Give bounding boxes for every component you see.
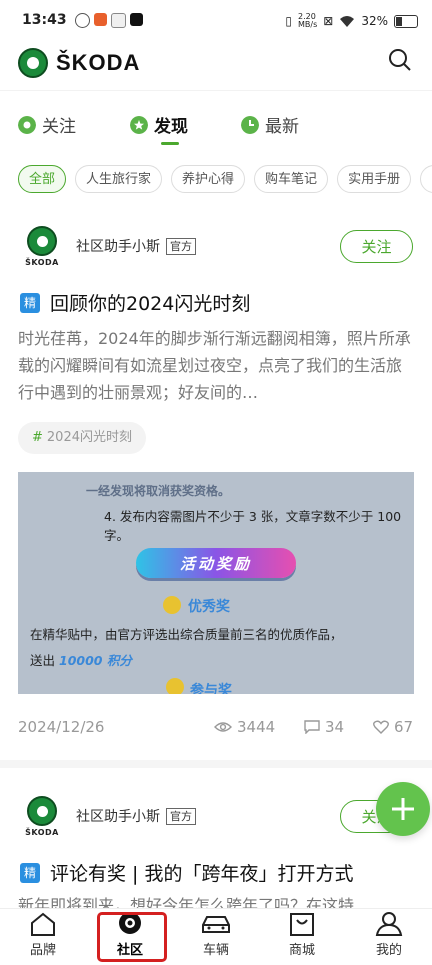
view-count: 3444 bbox=[214, 718, 275, 736]
avatar[interactable]: ŠKODA bbox=[20, 226, 64, 270]
sim-icon: ⊠ bbox=[323, 14, 334, 28]
medal-icon bbox=[166, 678, 184, 694]
nav-brand[interactable]: 品牌 bbox=[3, 911, 83, 958]
home-icon bbox=[31, 912, 55, 936]
create-post-button[interactable] bbox=[376, 782, 430, 836]
post-title: 回顾你的2024闪光时刻 bbox=[50, 293, 251, 315]
author-name: 社区助手小斯 bbox=[76, 809, 160, 825]
tab-latest[interactable]: 最新 bbox=[241, 112, 299, 137]
post-title: 评论有奖 | 我的「跨年夜」打开方式 bbox=[50, 863, 354, 885]
comment-icon bbox=[304, 720, 320, 734]
skoda-logo-mark bbox=[18, 48, 48, 78]
post-title-row[interactable]: 精 评论有奖 | 我的「跨年夜」打开方式 bbox=[20, 859, 353, 886]
participation-award: 参与奖 bbox=[190, 683, 232, 694]
post-author[interactable]: 社区助手小斯 官方 bbox=[76, 236, 196, 256]
nav-mine[interactable]: 我的 bbox=[349, 911, 429, 958]
post-divider bbox=[0, 760, 432, 768]
post-date: 2024/12/26 bbox=[18, 718, 105, 736]
tab-following[interactable]: 关注 bbox=[18, 112, 76, 137]
nav-vehicle[interactable]: 车辆 bbox=[176, 911, 256, 958]
avatar-brand: ŠKODA bbox=[25, 828, 59, 837]
eye-icon bbox=[18, 115, 36, 134]
eye-icon bbox=[214, 722, 232, 732]
tab-label: 发现 bbox=[154, 117, 188, 137]
net-speed: 2.20 MB/s bbox=[298, 12, 318, 29]
profile-icon bbox=[375, 912, 403, 936]
chip-handbook[interactable]: 实用手册 bbox=[337, 165, 412, 193]
tag-label: 2024闪光时刻 bbox=[46, 430, 132, 445]
search-icon[interactable] bbox=[388, 48, 412, 72]
chip-life-traveler[interactable]: 人生旅行家 bbox=[75, 165, 163, 193]
post-author[interactable]: 社区助手小斯 官方 bbox=[76, 806, 196, 826]
image-text: 4. 发布内容需图片不少于 3 张，文章字数不少于 100 字。 bbox=[104, 509, 402, 543]
heart-icon bbox=[373, 720, 389, 734]
status-time: 13:43 bbox=[22, 12, 67, 28]
app-header: ŠKODA bbox=[0, 40, 432, 91]
chip-maintenance[interactable]: 养护心得 bbox=[171, 165, 246, 193]
wifi-icon bbox=[340, 15, 355, 27]
bottom-nav: 品牌 社区 车辆 商城 我的 bbox=[0, 908, 432, 965]
image-text: 送出 10000 积分 bbox=[30, 653, 132, 668]
tiktok-icon bbox=[129, 12, 143, 26]
car-icon bbox=[202, 916, 230, 933]
hash-icon: # bbox=[32, 430, 43, 445]
app-notification-icon bbox=[110, 12, 126, 28]
vibrate-icon: ▯ bbox=[285, 14, 292, 28]
post-image[interactable]: 一经发现将取消获奖资格。 4. 发布内容需图片不少于 3 张，文章字数不少于 1… bbox=[18, 472, 414, 694]
status-right: ▯ 2.20 MB/s ⊠ 32% bbox=[285, 13, 418, 29]
medal-icon bbox=[163, 596, 181, 614]
battery-icon bbox=[394, 14, 418, 28]
notification-icons bbox=[74, 12, 143, 28]
image-text: 一经发现将取消获奖资格。 bbox=[86, 484, 231, 498]
post-meta: 2024/12/26 3444 34 67 bbox=[0, 718, 432, 740]
highlight-box bbox=[97, 912, 167, 962]
brand-name: ŠKODA bbox=[56, 50, 141, 75]
official-badge: 官方 bbox=[166, 807, 196, 825]
status-bar: 13:43 ▯ 2.20 MB/s ⊠ 32% bbox=[0, 0, 432, 40]
shop-icon bbox=[290, 913, 314, 936]
skoda-logo: ŠKODA bbox=[18, 48, 140, 78]
tab-discover[interactable]: 发现 bbox=[130, 112, 188, 137]
reward-banner: 活动奖励 bbox=[136, 548, 296, 578]
tab-label: 最新 bbox=[265, 117, 299, 137]
battery-text: 32% bbox=[361, 14, 388, 28]
chip-more[interactable] bbox=[420, 165, 432, 193]
follow-button[interactable]: 关注 bbox=[340, 230, 413, 263]
post-tag[interactable]: #2024闪光时刻 bbox=[18, 422, 146, 454]
featured-badge: 精 bbox=[20, 292, 40, 313]
skoda-logo-mark bbox=[27, 226, 57, 256]
excellent-award: 优秀奖 bbox=[188, 599, 230, 615]
feed-tabs: 关注 发现 最新 bbox=[0, 100, 432, 150]
clock-icon bbox=[241, 115, 259, 134]
chip-purchase-notes[interactable]: 购车笔记 bbox=[254, 165, 329, 193]
star-icon bbox=[130, 115, 148, 134]
skoda-logo-mark bbox=[27, 796, 57, 826]
comment-count[interactable]: 34 bbox=[304, 718, 344, 736]
tab-label: 关注 bbox=[42, 117, 76, 137]
chip-all[interactable]: 全部 bbox=[18, 165, 67, 193]
author-name: 社区助手小斯 bbox=[76, 239, 160, 255]
featured-badge: 精 bbox=[20, 862, 40, 883]
official-badge: 官方 bbox=[166, 237, 196, 255]
post-excerpt[interactable]: 时光荏苒，2024年的脚步渐行渐远翻阅相簿，照片所承载的闪耀瞬间有如流星划过夜空… bbox=[18, 325, 414, 406]
avatar[interactable]: ŠKODA bbox=[20, 796, 64, 840]
nav-shop[interactable]: 商城 bbox=[262, 911, 342, 958]
image-text: 在精华贴中，由官方评选出综合质量前三名的优质作品， bbox=[30, 627, 343, 642]
plus-icon bbox=[392, 798, 414, 820]
app-notification-icon bbox=[74, 12, 90, 28]
category-chips: 全部 人生旅行家 养护心得 购车笔记 实用手册 bbox=[18, 165, 432, 193]
tab-indicator bbox=[161, 142, 179, 145]
post-excerpt[interactable]: 新年即将到来，想好今年怎么跨年了吗？在这特 bbox=[18, 892, 414, 908]
like-count[interactable]: 67 bbox=[373, 718, 413, 736]
app-notification-icon bbox=[93, 12, 107, 26]
post-title-row[interactable]: 精 回顾你的2024闪光时刻 bbox=[20, 289, 250, 316]
avatar-brand: ŠKODA bbox=[25, 258, 59, 267]
